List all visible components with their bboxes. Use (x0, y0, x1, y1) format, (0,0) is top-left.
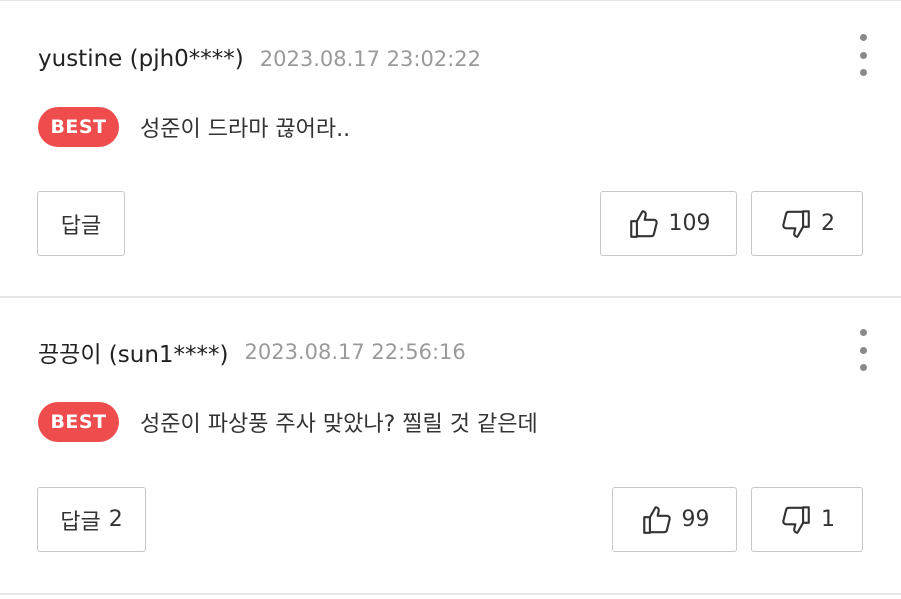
like-button[interactable]: 109 (600, 191, 737, 256)
dislike-button[interactable]: 1 (751, 487, 863, 552)
comment-text: 성준이 드라마 끊어라.. (140, 117, 351, 142)
comment-item: 끙끙이 (sun1****) 2023.08.17 22:56:16 BEST … (0, 298, 901, 595)
dislike-count: 2 (821, 211, 835, 236)
comment-author[interactable]: yustine (pjh0****) (38, 46, 244, 72)
more-options-button[interactable] (851, 34, 875, 76)
thumbs-down-icon (782, 209, 810, 238)
reply-label: 답글 (60, 509, 101, 535)
comment-body: BEST 성준이 파상풍 주사 맞았나? 찔릴 것 같은데 (38, 402, 538, 442)
comment-header: yustine (pjh0****) 2023.08.17 23:02:22 (38, 44, 481, 74)
comment-text: 성준이 파상풍 주사 맞았나? 찔릴 것 같은데 (140, 412, 538, 437)
comment-author[interactable]: 끙끙이 (sun1****) (38, 335, 229, 369)
thumbs-down-icon (782, 505, 810, 534)
thumbs-up-icon (629, 209, 658, 238)
comment-item: yustine (pjh0****) 2023.08.17 23:02:22 B… (0, 1, 901, 298)
reply-count: 2 (108, 507, 123, 532)
comment-timestamp: 2023.08.17 22:56:16 (244, 340, 466, 364)
more-options-button[interactable] (851, 329, 875, 371)
dislike-button[interactable]: 2 (751, 191, 863, 256)
best-badge: BEST (38, 107, 119, 147)
reply-button[interactable]: 답글 2 (37, 487, 146, 552)
comment-body: BEST 성준이 드라마 끊어라.. (38, 107, 350, 147)
best-badge: BEST (38, 402, 119, 442)
comment-timestamp: 2023.08.17 23:02:22 (259, 47, 481, 71)
like-button[interactable]: 99 (612, 487, 737, 552)
comment-header: 끙끙이 (sun1****) 2023.08.17 22:56:16 (38, 335, 466, 369)
more-vertical-icon (859, 329, 867, 371)
reply-label: 답글 (60, 213, 102, 239)
dislike-count: 1 (821, 507, 835, 532)
thumbs-up-icon (642, 505, 671, 534)
like-count: 99 (681, 507, 710, 532)
more-vertical-icon (859, 34, 867, 76)
like-count: 109 (668, 211, 711, 236)
reply-button[interactable]: 답글 (37, 191, 125, 256)
